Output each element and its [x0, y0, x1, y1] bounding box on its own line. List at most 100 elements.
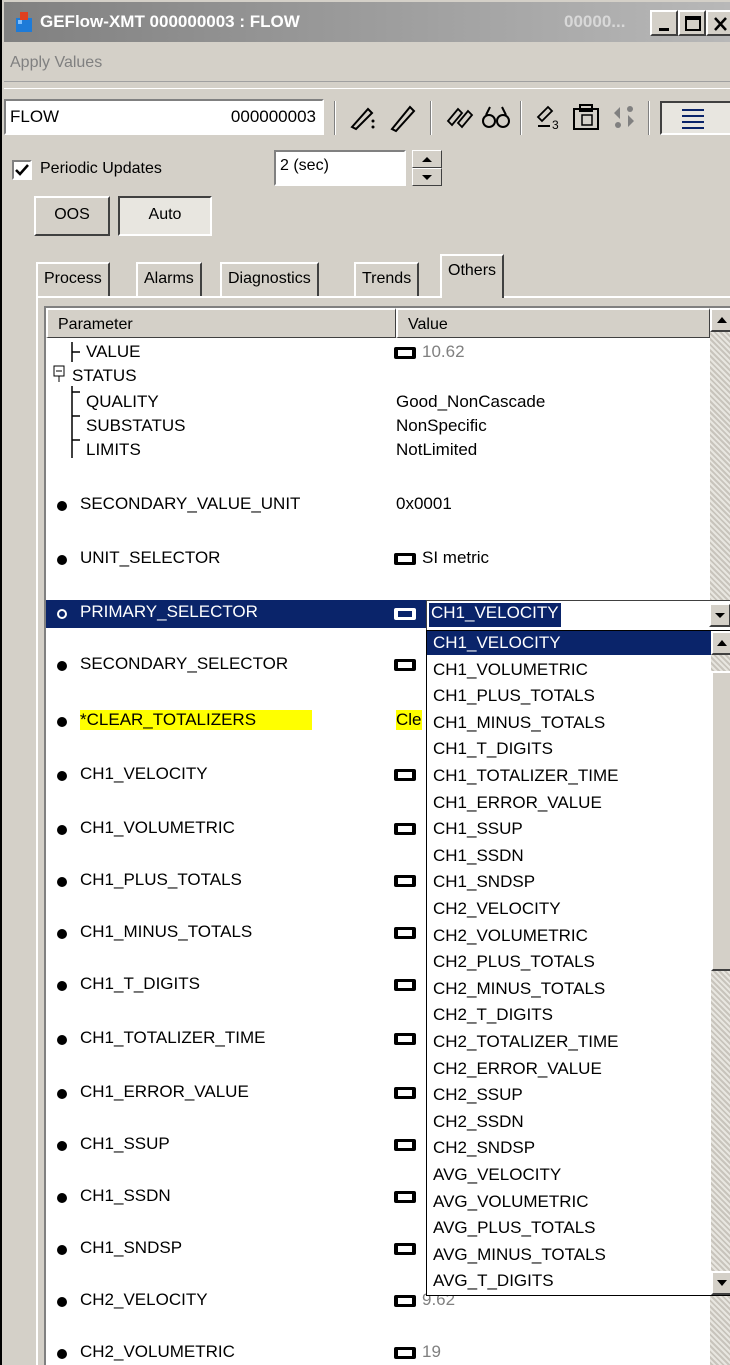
list-view-button[interactable]: [660, 101, 730, 135]
column-header-value[interactable]: Value: [396, 308, 710, 338]
spin-up-button[interactable]: [412, 150, 442, 168]
toolbar-separator: [520, 101, 522, 135]
bullet-icon: [57, 1035, 67, 1045]
tree-row-limits[interactable]: LIMITS NotLimited: [46, 440, 710, 464]
tab-others[interactable]: Others: [440, 254, 505, 298]
bullet-icon: [57, 1349, 67, 1359]
menu-apply-values[interactable]: Apply Values: [10, 54, 102, 72]
param-row-ch2-volumetric[interactable]: CH2_VOLUMETRIC 19: [46, 1342, 710, 1365]
column-header-parameter[interactable]: Parameter: [46, 308, 396, 338]
update-interval-spinner[interactable]: 2 (sec): [274, 150, 444, 186]
scroll-up-button[interactable]: [710, 308, 730, 332]
readonly-tag-icon: [394, 608, 416, 620]
param-value: Cle: [396, 710, 422, 730]
tree-row-value[interactable]: VALUE 10.62: [46, 342, 710, 366]
bullet-icon: [57, 877, 67, 887]
dropdown-option[interactable]: CH2_SNDSP: [427, 1136, 711, 1160]
binoculars-icon[interactable]: [480, 101, 512, 133]
dropdown-option[interactable]: CH2_SSDN: [427, 1110, 711, 1134]
dropdown-option[interactable]: CH2_SSUP: [427, 1083, 711, 1107]
tab-alarms[interactable]: Alarms: [136, 262, 202, 296]
update-interval-field[interactable]: 2 (sec): [274, 150, 406, 186]
title-bar[interactable]: GEFlow-XMT 000000003 : FLOW 00000...: [4, 2, 730, 42]
svg-text:3: 3: [552, 118, 559, 132]
edit-pencil-icon[interactable]: [346, 101, 378, 133]
toolbar-separator: [334, 101, 336, 135]
param-name: CH1_SSUP: [80, 1134, 170, 1153]
tree-row-quality[interactable]: QUALITY Good_NonCascade: [46, 392, 710, 416]
dropdown-option[interactable]: CH1_MINUS_TOTALS: [427, 711, 711, 735]
maximize-icon: [685, 16, 701, 31]
combo-selected-value[interactable]: CH1_VELOCITY: [429, 603, 561, 627]
bullet-icon: [57, 981, 67, 991]
dropdown-option[interactable]: CH2_ERROR_VALUE: [427, 1057, 711, 1081]
maximize-button[interactable]: [678, 10, 706, 36]
close-button[interactable]: [706, 10, 730, 36]
dropdown-option[interactable]: CH2_PLUS_TOTALS: [427, 950, 711, 974]
dropdown-option[interactable]: CH2_TOTALIZER_TIME: [427, 1030, 711, 1054]
param-name: CLEAR_TOTALIZERS: [86, 710, 257, 729]
dropdown-option[interactable]: CH2_T_DIGITS: [427, 1003, 711, 1027]
dropdown-scrollbar[interactable]: [711, 631, 730, 1295]
tab-diagnostics[interactable]: Diagnostics: [220, 262, 319, 296]
dropdown-option[interactable]: CH1_VOLUMETRIC: [427, 658, 711, 682]
bullet-icon: [57, 771, 67, 781]
tree-row-substatus[interactable]: SUBSTATUS NonSpecific: [46, 416, 710, 440]
dropdown-option[interactable]: CH2_MINUS_TOTALS: [427, 977, 711, 1001]
dropdown-option[interactable]: CH2_VELOCITY: [427, 897, 711, 921]
dropdown-option[interactable]: AVG_PLUS_TOTALS: [427, 1216, 711, 1240]
dropdown-option[interactable]: AVG_MINUS_TOTALS: [427, 1243, 711, 1267]
dropdown-scroll-thumb[interactable]: [711, 671, 730, 971]
readonly-tag-icon: [394, 1347, 416, 1359]
readonly-tag-icon: [394, 553, 416, 565]
oos-button[interactable]: OOS: [34, 196, 110, 236]
readonly-tag-icon: [394, 1295, 416, 1307]
readonly-tag-icon: [394, 347, 416, 359]
minimize-button[interactable]: [650, 10, 678, 36]
dropdown-scroll-down-button[interactable]: [711, 1271, 730, 1295]
dropdown-option[interactable]: CH1_SSDN: [427, 844, 711, 868]
tree-label: LIMITS: [86, 440, 141, 459]
param-row-secondary-value-unit[interactable]: SECONDARY_VALUE_UNIT 0x0001: [46, 494, 710, 518]
tab-process[interactable]: Process: [36, 262, 110, 296]
dropdown-option[interactable]: CH1_VELOCITY: [427, 631, 711, 655]
write-icon[interactable]: 3: [534, 101, 566, 133]
transfer-icon[interactable]: [608, 101, 640, 133]
param-name: CH1_VOLUMETRIC: [80, 818, 235, 837]
calculator-icon[interactable]: [570, 101, 602, 133]
chevron-down-icon: [715, 613, 725, 618]
dropdown-option[interactable]: CH1_TOTALIZER_TIME: [427, 764, 711, 788]
dropdown-option[interactable]: AVG_VOLUMETRIC: [427, 1190, 711, 1214]
tree-label: SUBSTATUS: [86, 416, 186, 435]
auto-button[interactable]: Auto: [118, 196, 212, 236]
dropdown-option[interactable]: CH1_ERROR_VALUE: [427, 791, 711, 815]
combo-dropdown-button[interactable]: [709, 603, 730, 627]
tree-row-status[interactable]: STATUS: [46, 366, 710, 390]
param-row-unit-selector[interactable]: UNIT_SELECTOR SI metric: [46, 548, 710, 572]
dropdown-option[interactable]: CH1_PLUS_TOTALS: [427, 684, 711, 708]
tree-value: NonSpecific: [396, 416, 487, 435]
dropdown-option[interactable]: CH2_VOLUMETRIC: [427, 924, 711, 948]
dropdown-option[interactable]: CH1_SSUP: [427, 817, 711, 841]
dropdown-scroll-up-button[interactable]: [711, 631, 730, 655]
dropdown-option[interactable]: CH1_T_DIGITS: [427, 737, 711, 761]
param-value: 19: [422, 1342, 441, 1361]
param-name: CH1_PLUS_TOTALS: [80, 870, 242, 889]
device-tag-field[interactable]: FLOW 000000003: [4, 99, 324, 135]
dropdown-option[interactable]: AVG_VELOCITY: [427, 1163, 711, 1187]
dropdown-option[interactable]: AVG_T_DIGITS: [427, 1269, 711, 1293]
spin-down-button[interactable]: [412, 168, 442, 186]
pencil-icon[interactable]: [386, 101, 418, 133]
param-name: CH1_VELOCITY: [80, 764, 208, 783]
periodic-updates-checkbox[interactable]: [12, 160, 32, 180]
bullet-icon: [57, 661, 67, 671]
multi-edit-icon[interactable]: [444, 101, 476, 133]
window-title-faded: 00000...: [564, 12, 626, 31]
readonly-tag-icon: [394, 659, 416, 671]
readonly-tag-icon: [394, 979, 416, 991]
primary-selector-dropdown[interactable]: CH1_VELOCITY CH1_VOLUMETRIC CH1_PLUS_TOTAL…: [426, 630, 730, 1296]
tree-label: VALUE: [86, 342, 141, 361]
dropdown-option[interactable]: CH1_SNDSP: [427, 870, 711, 894]
tab-trends[interactable]: Trends: [354, 262, 420, 296]
primary-selector-combo[interactable]: CH1_VELOCITY: [426, 600, 730, 630]
